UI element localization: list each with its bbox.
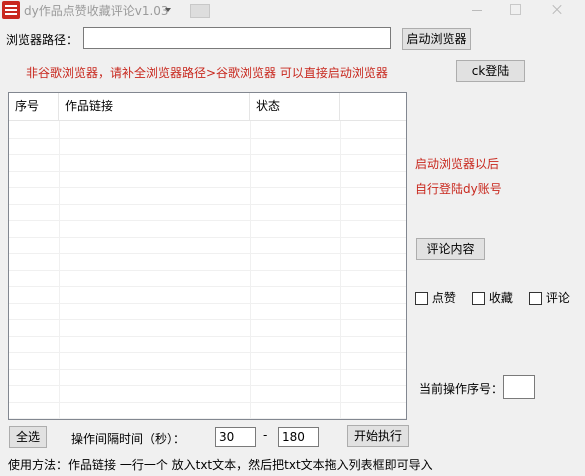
browser-path-label: 浏览器路径：	[6, 33, 79, 47]
column-header-status[interactable]: 状态	[250, 93, 340, 121]
link-table[interactable]: 序号 作品链接 状态	[8, 92, 407, 420]
table-row-line	[9, 171, 406, 172]
interval-max-input[interactable]	[278, 427, 319, 447]
title-caret-icon	[165, 8, 171, 12]
table-row-line	[9, 270, 406, 271]
window-title: dy作品点赞收藏评论v1.03	[24, 4, 169, 18]
table-header: 序号 作品链接 状态	[9, 93, 406, 121]
interval-label: 操作间隔时间（秒）：	[71, 432, 186, 446]
hint-line-1: 启动浏览器以后	[415, 157, 500, 171]
interval-separator: -	[263, 428, 268, 442]
table-row-line	[9, 286, 406, 287]
table-row-line	[9, 237, 406, 238]
usage-instructions: 使用方法：作品链接 一行一个 放入txt文本，然后把txt文本拖入列表框即可导入	[8, 458, 433, 472]
table-row-line	[9, 385, 406, 386]
table-row-line	[9, 204, 406, 205]
maximize-button[interactable]	[510, 4, 521, 15]
table-row-line	[9, 253, 406, 254]
table-row-line	[9, 154, 406, 155]
comment-content-button[interactable]: 评论内容	[416, 238, 485, 260]
table-column-line	[250, 121, 251, 419]
current-index-label: 当前操作序号：	[419, 382, 504, 396]
close-button[interactable]	[550, 3, 564, 17]
interval-min-input[interactable]	[215, 427, 256, 447]
browser-warning-text: 非谷歌浏览器，请补全浏览器路径>谷歌浏览器 可以直接启动浏览器	[26, 66, 388, 80]
table-column-line	[59, 121, 60, 419]
column-header-index[interactable]: 序号	[9, 93, 59, 121]
table-row-line	[9, 352, 406, 353]
table-row-line	[9, 418, 406, 419]
title-box	[190, 4, 210, 18]
start-browser-button[interactable]: 启动浏览器	[402, 28, 471, 50]
table-row-line	[9, 220, 406, 221]
column-header-link[interactable]: 作品链接	[59, 93, 250, 121]
favorite-checkbox[interactable]	[472, 292, 485, 305]
table-row-line	[9, 336, 406, 337]
minimize-button[interactable]	[470, 3, 484, 17]
table-row-line	[9, 369, 406, 370]
table-row-line	[9, 303, 406, 304]
like-label: 点赞	[431, 291, 456, 305]
table-row-line	[9, 187, 406, 188]
like-checkbox[interactable]	[415, 292, 428, 305]
comment-label: 评论	[545, 291, 570, 305]
table-column-line	[340, 121, 341, 419]
favorite-option[interactable]: 收藏	[472, 289, 513, 306]
ck-login-button[interactable]: ck登陆	[456, 60, 525, 82]
table-row-line	[9, 402, 406, 403]
like-option[interactable]: 点赞	[415, 289, 456, 306]
select-all-button[interactable]: 全选	[9, 426, 47, 448]
hint-line-2: 自行登陆dy账号	[415, 182, 502, 196]
table-row-line	[9, 319, 406, 320]
app-icon	[2, 1, 20, 19]
comment-option[interactable]: 评论	[529, 289, 570, 306]
start-execute-button[interactable]: 开始执行	[347, 425, 409, 447]
favorite-label: 收藏	[488, 291, 513, 305]
browser-path-input[interactable]	[83, 27, 391, 49]
current-index-input[interactable]	[503, 375, 535, 399]
table-row-line	[9, 138, 406, 139]
comment-checkbox[interactable]	[529, 292, 542, 305]
